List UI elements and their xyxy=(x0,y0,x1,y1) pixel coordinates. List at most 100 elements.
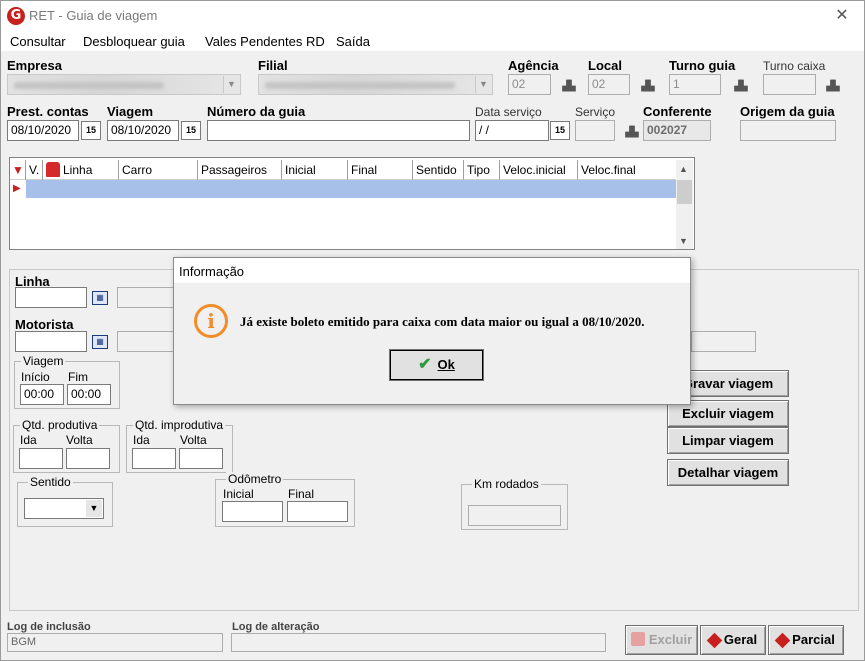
servico-field xyxy=(575,120,615,141)
dialog-title: Informação xyxy=(179,264,245,279)
chevron-down-icon: ▼ xyxy=(223,76,239,93)
calendar-icon[interactable]: 15 xyxy=(550,121,570,140)
app-logo-icon: G xyxy=(7,7,25,25)
ok-button[interactable]: ✔ Ok xyxy=(389,349,484,381)
check-icon: ✔ xyxy=(418,356,432,373)
empresa-combo[interactable]: ▼ xyxy=(7,74,241,95)
parcial-button[interactable]: Parcial xyxy=(768,625,844,655)
calendar-icon[interactable]: 15 xyxy=(181,121,201,140)
gravar-viagem-label: Gravar viagem xyxy=(682,376,774,391)
linha-field[interactable] xyxy=(15,287,87,308)
excluir-label: Excluir xyxy=(648,632,693,647)
sort-down-icon[interactable]: ▼ xyxy=(10,160,26,180)
turno-guia-field[interactable]: 1 xyxy=(669,74,721,95)
conferente-field: 002027 xyxy=(643,120,711,141)
local-field[interactable]: 02 xyxy=(588,74,630,95)
col-tipo[interactable]: Tipo xyxy=(464,160,500,180)
menu-desbloquear-guia[interactable]: Desbloquear guia xyxy=(83,34,185,49)
scroll-down-icon[interactable]: ▼ xyxy=(679,236,688,246)
ida-label: Ida xyxy=(133,433,150,447)
km-rodados-field xyxy=(468,505,561,526)
col-v[interactable]: V. xyxy=(26,160,43,180)
row-pointer-icon: ▶ xyxy=(13,183,21,194)
grid-scrollbar[interactable]: ▲ ▼ xyxy=(676,160,693,249)
col-inicial[interactable]: Inicial xyxy=(282,160,348,180)
qtd-produtiva-title: Qtd. produtiva xyxy=(20,418,100,432)
motorista-field[interactable] xyxy=(15,331,87,352)
local-label: Local xyxy=(588,58,622,73)
qtd-produtiva-ida[interactable] xyxy=(19,448,63,469)
viagens-grid[interactable]: ▼ V. Linha Carro Passageiros Inicial Fin… xyxy=(9,157,695,250)
agencia-label: Agência xyxy=(508,58,559,73)
close-button[interactable]: ✕ xyxy=(827,5,857,27)
qtd-produtiva-volta[interactable] xyxy=(66,448,110,469)
limpar-viagem-button[interactable]: Limpar viagem xyxy=(667,427,789,454)
dialog-message: Já existe boleto emitido para caixa com … xyxy=(240,314,645,329)
qtd-improdutiva-volta[interactable] xyxy=(179,448,223,469)
turno-caixa-field xyxy=(763,74,816,95)
scrollbar-thumb[interactable] xyxy=(677,180,692,204)
search-grid-icon[interactable]: ▦ xyxy=(92,335,108,349)
prest-contas-label: Prest. contas xyxy=(7,104,89,119)
eraser-icon xyxy=(774,632,791,649)
agencia-field[interactable]: 02 xyxy=(508,74,551,95)
log-alteracao-label: Log de alteração xyxy=(232,621,320,633)
geral-label: Geral xyxy=(723,632,758,647)
ida-label: Ida xyxy=(20,433,37,447)
geral-button[interactable]: Geral xyxy=(700,625,766,655)
info-dialog: Informação i Já existe boleto emitido pa… xyxy=(173,257,691,405)
odometro-final[interactable] xyxy=(287,501,348,522)
qtd-improdutiva-ida[interactable] xyxy=(132,448,176,469)
turno-guia-label: Turno guia xyxy=(669,58,736,73)
qtd-improdutiva-title: Qtd. improdutiva xyxy=(133,418,226,432)
calendar-icon[interactable]: 15 xyxy=(81,121,101,140)
trash-icon xyxy=(630,632,645,646)
motorista-desc-field xyxy=(117,331,177,352)
binoculars-icon[interactable] xyxy=(624,127,638,139)
title-bar: G RET - Guia de viagem ✕ xyxy=(1,1,864,31)
log-inclusao-label: Log de inclusão xyxy=(7,621,91,633)
sentido-select[interactable]: ▼ xyxy=(24,498,104,519)
table-row[interactable] xyxy=(26,180,677,198)
fim-time[interactable]: 00:00 xyxy=(67,384,111,405)
binoculars-icon[interactable] xyxy=(733,81,747,93)
excluir-button[interactable]: Excluir xyxy=(625,625,698,655)
parcial-label: Parcial xyxy=(792,632,835,647)
data-servico-field[interactable]: / / xyxy=(475,120,549,141)
log-inclusao-field: BGM xyxy=(7,633,223,652)
motorista-extra-field xyxy=(691,331,756,352)
col-passageiros[interactable]: Passageiros xyxy=(198,160,282,180)
prest-contas-date[interactable]: 08/10/2020 xyxy=(7,120,79,141)
col-veloc-inicial[interactable]: Veloc.inicial xyxy=(500,160,578,180)
grid-header: ▼ V. Linha Carro Passageiros Inicial Fin… xyxy=(10,160,676,180)
inicio-label: Início xyxy=(21,370,50,384)
detalhar-viagem-button[interactable]: Detalhar viagem xyxy=(667,459,789,486)
col-final[interactable]: Final xyxy=(348,160,413,180)
inicio-time[interactable]: 00:00 xyxy=(20,384,64,405)
odometro-title: Odômetro xyxy=(226,472,284,486)
conferente-label: Conferente xyxy=(643,104,712,119)
menu-saida[interactable]: Saída xyxy=(336,34,370,49)
menu-consultar[interactable]: Consultar xyxy=(10,34,66,49)
col-sentido[interactable]: Sentido xyxy=(413,160,464,180)
binoculars-icon[interactable] xyxy=(640,81,654,93)
dialog-title-bar: Informação xyxy=(174,258,690,284)
menu-vales-pendentes[interactable]: Vales Pendentes RD xyxy=(205,34,325,49)
servico-label: Serviço xyxy=(575,105,616,119)
viagem-date[interactable]: 08/10/2020 xyxy=(107,120,179,141)
sentido-title: Sentido xyxy=(28,475,73,489)
col-veloc-final[interactable]: Veloc.final xyxy=(578,160,650,180)
origem-guia-field xyxy=(740,120,836,141)
excluir-viagem-label: Excluir viagem xyxy=(682,406,774,421)
binoculars-icon[interactable] xyxy=(561,81,575,93)
bus-icon xyxy=(46,162,60,177)
scroll-up-icon[interactable]: ▲ xyxy=(679,164,688,174)
col-carro[interactable]: Carro xyxy=(119,160,198,180)
viagem-group-title: Viagem xyxy=(21,354,66,368)
empresa-label: Empresa xyxy=(7,58,62,73)
filial-combo[interactable]: ▼ xyxy=(258,74,493,95)
numero-guia-field[interactable] xyxy=(207,120,470,141)
search-grid-icon[interactable]: ▦ xyxy=(92,291,108,305)
odometro-inicial[interactable] xyxy=(222,501,283,522)
binoculars-icon[interactable] xyxy=(825,81,839,93)
